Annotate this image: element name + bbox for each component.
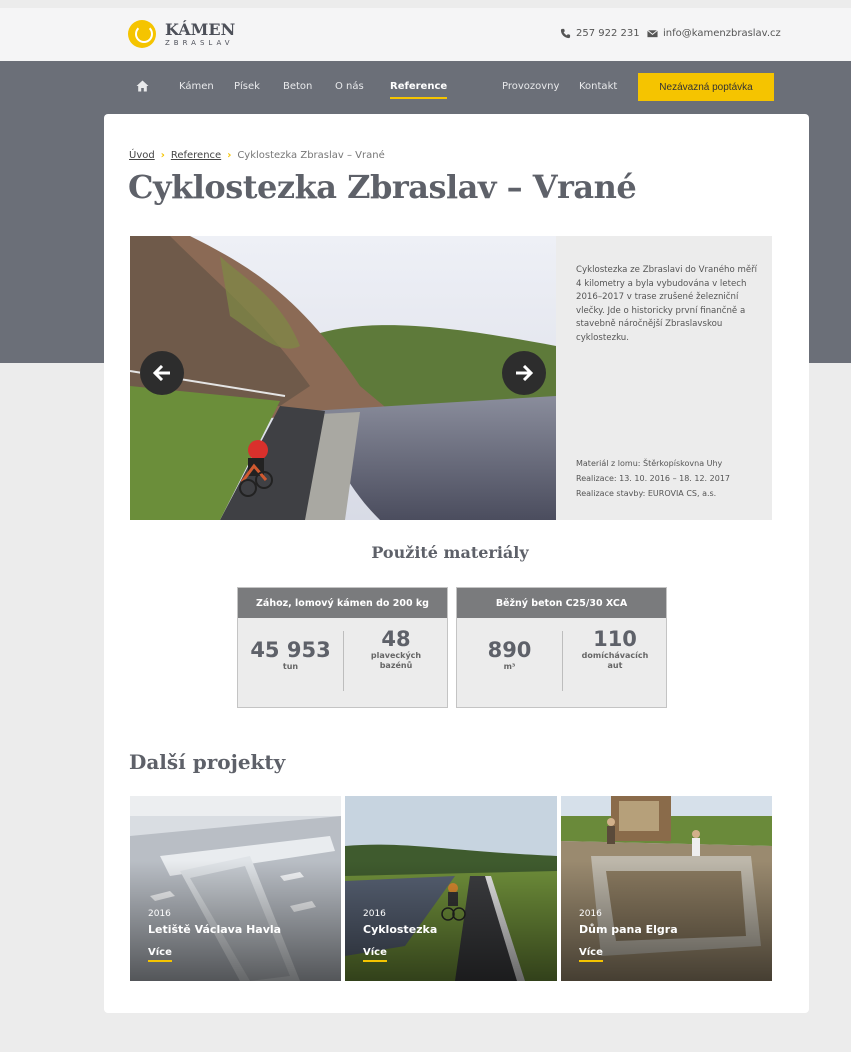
phone-icon [560, 28, 571, 39]
material-stat-value: 110 [593, 627, 637, 651]
project-card-dum-pana-elgra[interactable]: 2016 Dům pana Elgra Více [561, 796, 772, 981]
material-box-stone: Zához, lomový kámen do 200 kg 45 953 tun… [237, 587, 448, 708]
project-card-cyklostezka[interactable]: 2016 Cyklostezka Více [345, 796, 557, 981]
hero-slider[interactable] [130, 236, 556, 520]
nav-item-reference[interactable]: Reference [390, 81, 448, 99]
project-meta: Materiál z lomu: Štěrkopískovna Uhy Real… [576, 456, 730, 501]
slider-next-button[interactable] [502, 351, 546, 395]
page-title: Cyklostezka Zbraslav – Vrané [128, 168, 637, 206]
breadcrumb-chevron-icon: › [227, 150, 232, 161]
project-name: Dům pana Elgra [579, 923, 678, 936]
arrow-right-icon [516, 365, 533, 381]
material-stat-secondary: 48 plaveckých bazénů [343, 627, 448, 691]
nav-item-provozovny[interactable]: Provozovny [502, 81, 559, 92]
logo-title: KÁMEN [165, 19, 236, 39]
nav-item-pisek[interactable]: Písek [234, 81, 260, 92]
material-stat-primary: 45 953 tun [238, 638, 343, 728]
logo[interactable]: KÁMEN ZBRASLAV [128, 20, 235, 48]
project-year: 2016 [363, 909, 386, 919]
material-stat-unit: domíchávacích aut [581, 651, 649, 670]
top-bar: KÁMEN ZBRASLAV 257 922 231 info@kamenzbr… [0, 8, 851, 61]
phone-number: 257 922 231 [576, 28, 640, 39]
project-more-link[interactable]: Více [579, 947, 603, 962]
nav-item-kontakt[interactable]: Kontakt [579, 81, 617, 92]
phone-contact[interactable]: 257 922 231 [560, 28, 640, 39]
home-icon[interactable] [136, 80, 149, 92]
material-stat-unit: plaveckých bazénů [370, 651, 422, 670]
breadcrumb: Úvod › Reference › Cyklostezka Zbraslav … [129, 150, 385, 161]
material-stat-primary: 890 m³ [457, 638, 562, 728]
slider-prev-button[interactable] [140, 351, 184, 395]
material-stat-secondary: 110 domíchávacích aut [562, 627, 667, 691]
email-address: info@kamenzbraslav.cz [663, 28, 781, 39]
nav-item-beton[interactable]: Beton [283, 81, 312, 92]
material-box-head: Zához, lomový kámen do 200 kg [238, 588, 447, 618]
logo-mark-icon [128, 20, 156, 48]
project-card-letiste[interactable]: 2016 Letiště Václava Havla Více [130, 796, 341, 981]
materials-title: Použité materiály [371, 543, 529, 562]
material-stat-value: 48 [381, 627, 411, 651]
project-more-link[interactable]: Více [148, 947, 172, 962]
project-more-link[interactable]: Více [363, 947, 387, 962]
nav-item-kamen[interactable]: Kámen [179, 81, 214, 92]
material-box-concrete: Běžný beton C25/30 XCA 890 m³ 110 domích… [456, 587, 667, 708]
breadcrumb-reference-link[interactable]: Reference [171, 150, 221, 161]
project-meta-contractor: Realizace stavby: EUROVIA CS, a.s. [576, 489, 717, 498]
mail-icon [647, 29, 658, 38]
content-card: Úvod › Reference › Cyklostezka Zbraslav … [104, 114, 809, 1013]
project-meta-dates: Realizace: 13. 10. 2016 – 18. 12. 2017 [576, 474, 730, 483]
material-stat-value: 45 953 [250, 638, 331, 662]
more-projects-title: Další projekty [129, 750, 286, 774]
project-name: Cyklostezka [363, 923, 438, 936]
project-description: Cyklostezka ze Zbraslavi do Vraného měří… [576, 265, 758, 343]
project-year: 2016 [579, 909, 602, 919]
breadcrumb-chevron-icon: › [160, 150, 165, 161]
email-contact[interactable]: info@kamenzbraslav.cz [647, 28, 781, 39]
breadcrumb-home-link[interactable]: Úvod [129, 150, 155, 161]
breadcrumb-current: Cyklostezka Zbraslav – Vrané [237, 150, 385, 161]
project-name: Letiště Václava Havla [148, 923, 282, 936]
project-info-panel: Cyklostezka ze Zbraslavi do Vraného měří… [556, 236, 772, 520]
material-stat-value: 890 [487, 638, 532, 662]
material-stat-unit: tun [282, 662, 299, 671]
logo-subtitle: ZBRASLAV [165, 38, 234, 47]
project-year: 2016 [148, 909, 171, 919]
arrow-left-icon [153, 365, 170, 381]
material-box-head: Běžný beton C25/30 XCA [457, 588, 666, 618]
project-meta-material: Materiál z lomu: Štěrkopískovna Uhy [576, 459, 723, 468]
nav-item-o-nas[interactable]: O nás [335, 81, 364, 92]
inquiry-button[interactable]: Nezávazná poptávka [638, 73, 774, 101]
main-nav: Kámen Písek Beton O nás Reference Provoz… [0, 73, 851, 101]
material-stat-unit: m³ [503, 662, 516, 671]
hero-photo [130, 236, 556, 520]
